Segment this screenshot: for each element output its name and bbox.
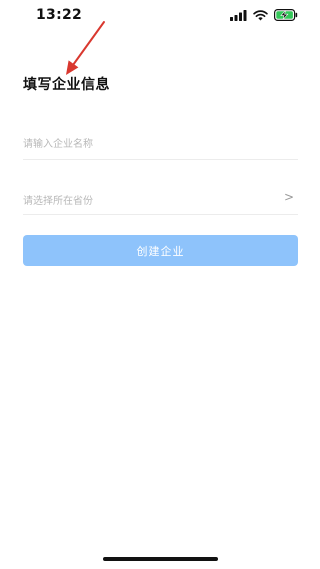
home-indicator [103,557,218,561]
create-company-button[interactable]: 创建企业 [23,235,298,266]
create-company-button-label: 创建企业 [136,244,185,258]
page-title: 填写企业信息 [23,77,110,93]
status-bar: 13:22 [0,0,320,32]
arrow-annotation-icon [66,21,105,75]
status-icons [230,9,298,21]
signal-icon [230,9,247,21]
battery-charging-icon [274,9,298,21]
company-name-input[interactable] [23,134,273,154]
province-select[interactable]: 请选择所在省份 > [23,184,298,215]
company-name-field[interactable] [23,129,298,160]
chevron-right-icon: > [283,190,294,204]
province-placeholder: 请选择所在省份 [23,196,93,207]
wifi-icon [253,9,268,20]
